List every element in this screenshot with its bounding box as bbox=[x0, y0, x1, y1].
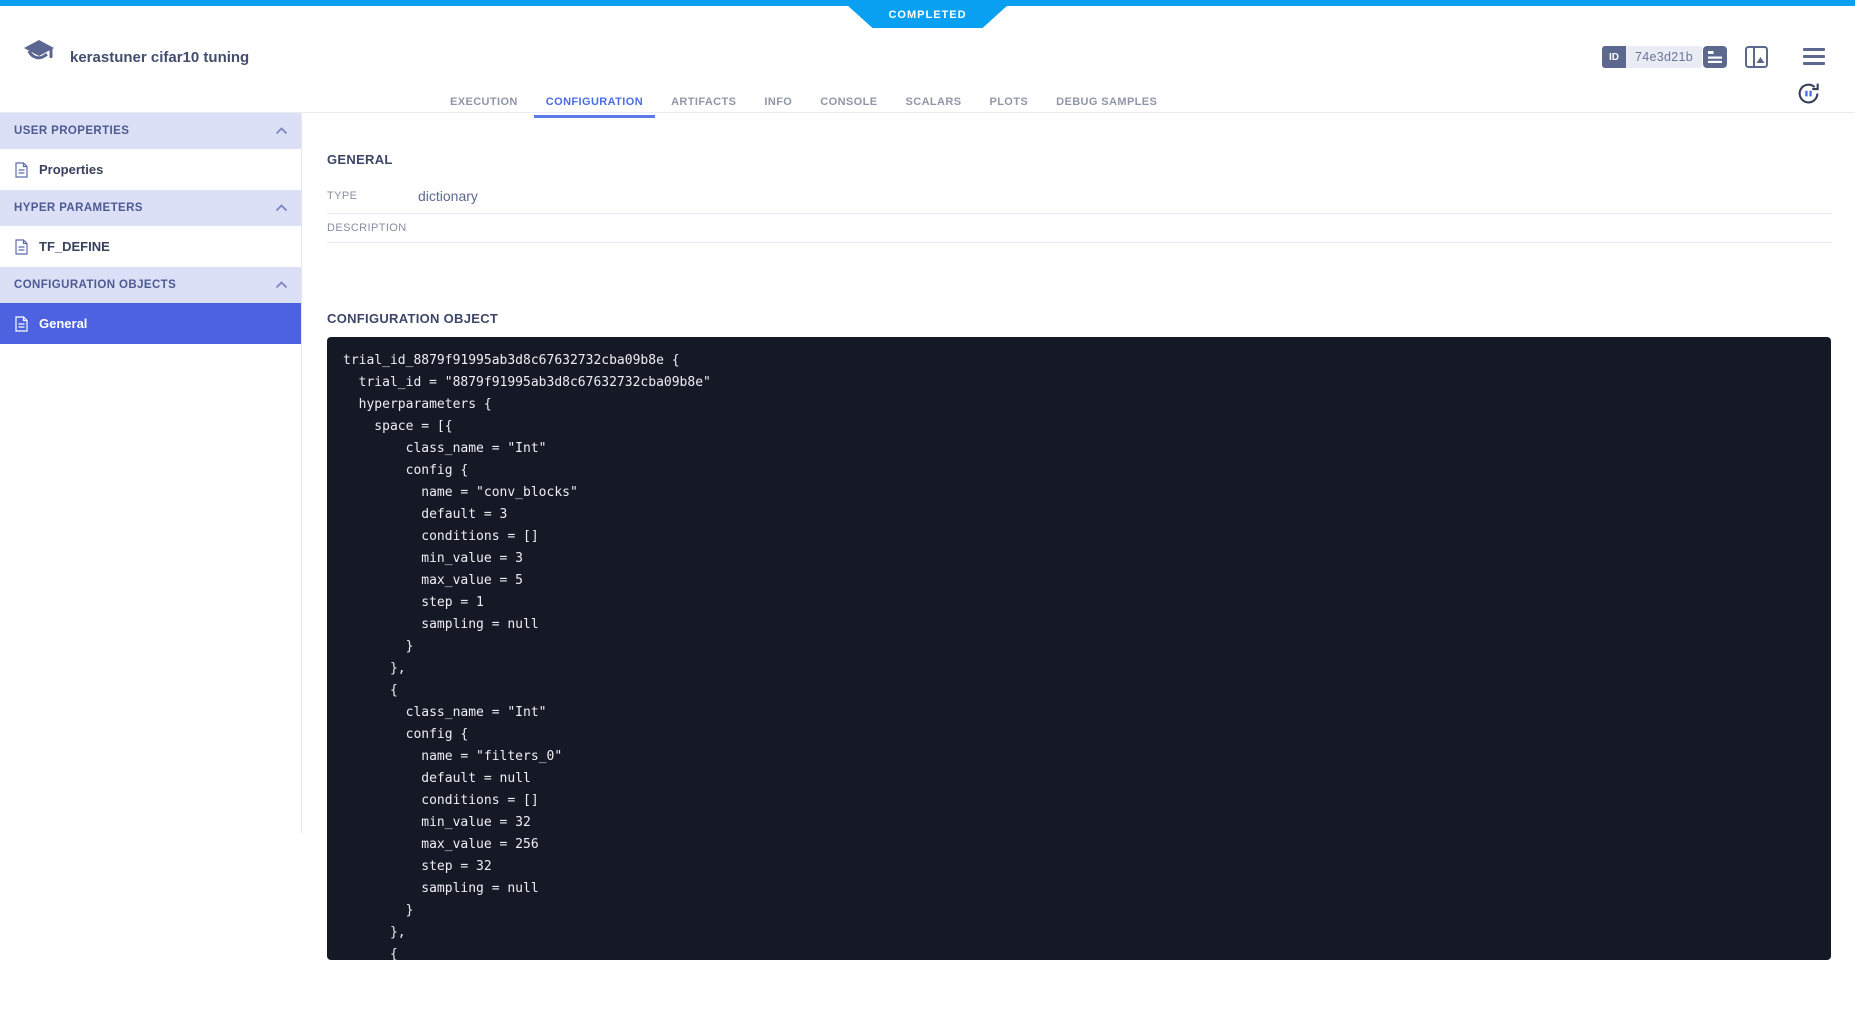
chevron-up-icon bbox=[275, 204, 288, 212]
chevron-up-icon bbox=[275, 127, 288, 135]
document-icon bbox=[15, 162, 28, 178]
general-heading: GENERAL bbox=[327, 152, 1831, 167]
section-user-properties[interactable]: USER PROPERTIES bbox=[0, 113, 301, 149]
section-title: USER PROPERTIES bbox=[14, 125, 129, 137]
sidebar-item-general[interactable]: General bbox=[0, 303, 301, 344]
section-hyper-parameters[interactable]: HYPER PARAMETERS bbox=[0, 190, 301, 226]
id-value: 74e3d21b bbox=[1626, 46, 1702, 68]
document-icon bbox=[15, 316, 28, 332]
app-logo-icon bbox=[24, 40, 54, 68]
auto-refresh-icon[interactable] bbox=[1796, 81, 1821, 106]
sidebar-item-tf-define[interactable]: TF_DEFINE bbox=[0, 226, 301, 267]
experiment-title: kerastuner cifar10 tuning bbox=[70, 49, 249, 66]
details-view-icon[interactable] bbox=[1703, 46, 1727, 68]
section-configuration-objects[interactable]: CONFIGURATION OBJECTS bbox=[0, 267, 301, 303]
section-title: HYPER PARAMETERS bbox=[14, 202, 143, 214]
sidebar-item-label: Properties bbox=[39, 162, 103, 177]
configuration-object-heading: CONFIGURATION OBJECT bbox=[327, 311, 1831, 326]
type-row: TYPE dictionary bbox=[327, 179, 1831, 214]
chevron-up-icon bbox=[275, 281, 288, 289]
sidebar-item-properties[interactable]: Properties bbox=[0, 149, 301, 190]
main-content: GENERAL TYPE dictionary DESCRIPTION CONF… bbox=[327, 113, 1831, 960]
split-view-icon[interactable] bbox=[1745, 46, 1768, 68]
document-icon bbox=[15, 239, 28, 255]
sidebar-item-label: TF_DEFINE bbox=[39, 239, 110, 254]
configuration-object-code-panel[interactable]: trial_id_8879f91995ab3d8c67632732cba09b8… bbox=[327, 337, 1831, 960]
description-label: DESCRIPTION bbox=[327, 222, 418, 234]
sidebar-item-label: General bbox=[39, 316, 87, 331]
configuration-sidebar: USER PROPERTIES Properties HYPER PARAMET… bbox=[0, 113, 302, 833]
hamburger-menu-icon[interactable] bbox=[1803, 48, 1825, 65]
type-label: TYPE bbox=[327, 190, 418, 202]
experiment-id-chip[interactable]: ID 74e3d21b bbox=[1602, 46, 1702, 68]
description-row: DESCRIPTION bbox=[327, 214, 1831, 243]
section-title: CONFIGURATION OBJECTS bbox=[14, 279, 176, 291]
id-label: ID bbox=[1602, 46, 1626, 68]
configuration-code: trial_id_8879f91995ab3d8c67632732cba09b8… bbox=[343, 350, 1815, 960]
type-value: dictionary bbox=[418, 188, 478, 204]
